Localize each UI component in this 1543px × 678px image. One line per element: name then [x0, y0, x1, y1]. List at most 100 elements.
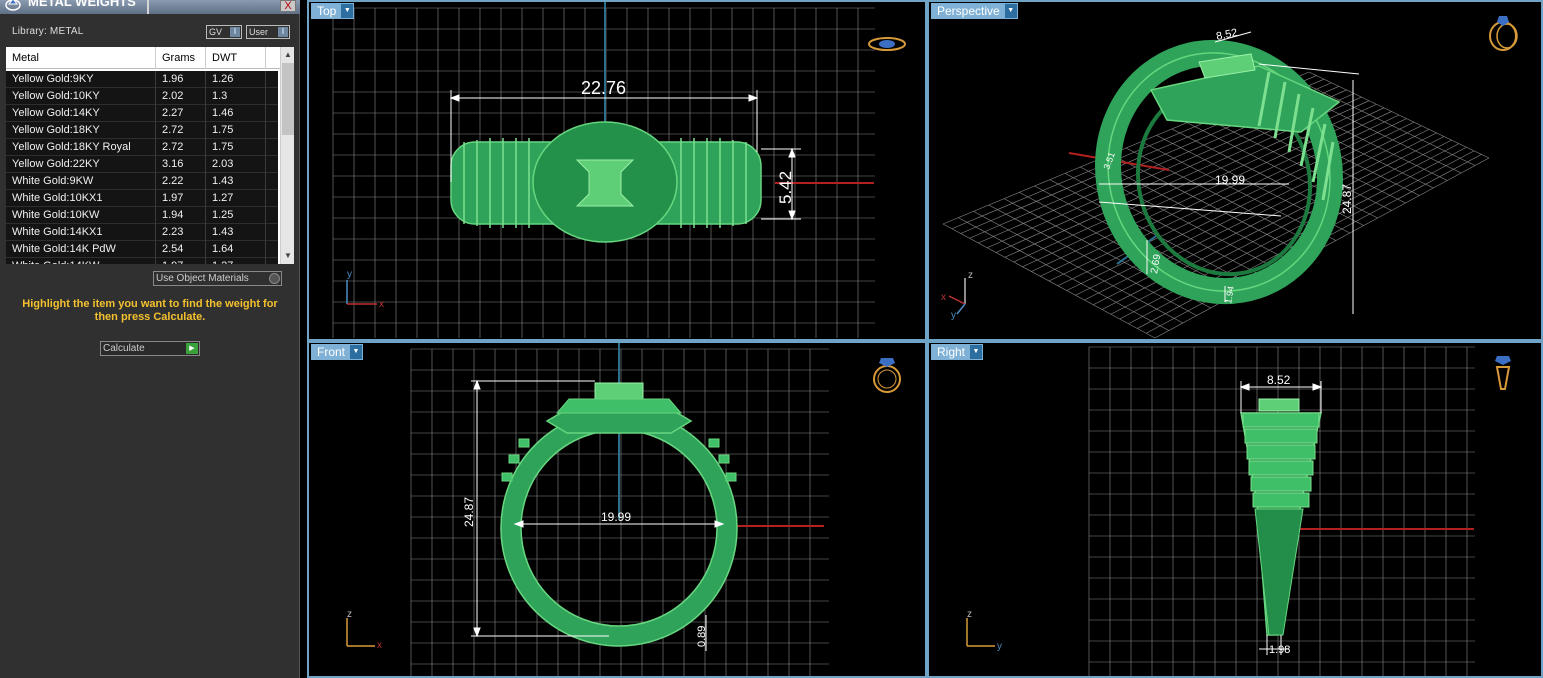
axis-gizmo: y x [346, 269, 384, 310]
table-row[interactable]: Yellow Gold:14KY 2.27 1.46 [6, 105, 278, 122]
dim-bottom-label: 0.89 [696, 626, 708, 647]
close-button[interactable]: X [280, 0, 296, 12]
viewport-right[interactable]: 8.52 1.98 z y Right ▼ [927, 341, 1543, 678]
metal-cell: White Gold:9KW [6, 173, 156, 190]
dim-inner-label: 19.99 [1215, 173, 1245, 187]
ring-side-nav-icon[interactable] [1483, 353, 1523, 393]
panel-title: METAL WEIGHTS [28, 0, 136, 9]
table-body: Yellow Gold:9KY 1.96 1.26 Yellow Gold:10KY 2… [6, 71, 278, 264]
viewport-label-front[interactable]: Front ▼ [311, 344, 364, 360]
dim-bottom-label: 1.98 [1269, 644, 1290, 656]
table-row[interactable]: Yellow Gold:22KY 3.16 2.03 [6, 156, 278, 173]
viewport-name: Top [317, 4, 337, 18]
dim-height-label: 24.87 [462, 497, 476, 527]
metal-cell: Yellow Gold:18KY Royal [6, 139, 156, 156]
axis-x-label: x [379, 299, 384, 310]
column-header-grams[interactable]: Grams [156, 47, 206, 69]
perspective-view-scene: 8.52 19.99 24.87 2.69 1.94 3.51 z x y [941, 27, 1490, 339]
dropdown-icon[interactable]: ▼ [970, 345, 983, 359]
dwt-cell: 1.43 [206, 173, 266, 190]
ring-front-nav-icon[interactable] [867, 353, 907, 393]
ring-perspective-nav-icon[interactable] [1483, 12, 1523, 52]
grams-cell: 2.27 [156, 105, 206, 122]
axis-z-label: z [347, 609, 352, 620]
gv-toggle[interactable]: GV I [206, 25, 242, 39]
play-icon: ▶ [186, 343, 198, 354]
table-row[interactable]: Yellow Gold:18KY 2.72 1.75 [6, 122, 278, 139]
axis-y-label: y [997, 641, 1002, 652]
grams-cell: 2.22 [156, 173, 206, 190]
table-row[interactable]: Yellow Gold:10KY 2.02 1.3 [6, 88, 278, 105]
dim-inner-label: 19.99 [601, 510, 631, 524]
user-toggle[interactable]: User I [246, 25, 290, 39]
viewport-label-right[interactable]: Right ▼ [931, 344, 984, 360]
instruction-text: Highlight the item you want to find the … [22, 298, 278, 323]
ring-top-shape [450, 121, 762, 243]
use-object-materials-button[interactable]: Use Object Materials [153, 271, 282, 286]
table-row[interactable]: White Gold:9KW 2.22 1.43 [6, 173, 278, 190]
right-view-scene: 8.52 1.98 z y [966, 346, 1475, 676]
table-header: Metal Grams DWT [6, 47, 282, 69]
grams-cell: 1.97 [156, 258, 206, 264]
column-header-metal[interactable]: Metal [6, 47, 156, 69]
use-object-materials-label: Use Object Materials [156, 273, 249, 284]
table-row[interactable]: White Gold:10KX1 1.97 1.27 [6, 190, 278, 207]
axis-gizmo: z y [966, 609, 1002, 652]
column-header-dwt[interactable]: DWT [206, 47, 266, 69]
user-toggle-label: User [249, 27, 269, 37]
table-row[interactable]: Yellow Gold:18KY Royal 2.72 1.75 [6, 139, 278, 156]
axis-y-label: y [347, 269, 352, 280]
metal-cell: White Gold:14KW [6, 258, 156, 264]
scroll-down-icon[interactable]: ▼ [282, 250, 294, 262]
metal-cell: Yellow Gold:10KY [6, 88, 156, 105]
metal-cell: Yellow Gold:22KY [6, 156, 156, 173]
table-row[interactable]: White Gold:14KW1.971.27 [6, 258, 278, 264]
grams-cell: 1.94 [156, 207, 206, 224]
dwt-cell: 2.03 [206, 156, 266, 173]
library-label: Library: METAL [12, 26, 84, 37]
grams-cell: 2.72 [156, 122, 206, 139]
table-row[interactable]: White Gold:14KX1 2.23 1.43 [6, 224, 278, 241]
grams-cell: 1.96 [156, 71, 206, 88]
table-row[interactable]: Yellow Gold:9KY 1.96 1.26 [6, 71, 278, 88]
dim-top-label: 8.52 [1267, 373, 1291, 387]
ring-side-shape [1240, 398, 1322, 636]
app-logo-icon [5, 0, 21, 11]
dropdown-icon[interactable]: ▼ [1004, 4, 1017, 18]
calculate-button[interactable]: Calculate ▶ [100, 341, 200, 356]
viewport-name: Front [317, 345, 346, 359]
metal-cell: White Gold:14K PdW [6, 241, 156, 258]
table-scrollbar[interactable]: ▲ ▼ [280, 47, 294, 264]
dwt-cell: 1.75 [206, 122, 266, 139]
toggle-knob-icon: I [230, 27, 240, 37]
viewport-label-top[interactable]: Top ▼ [311, 3, 355, 19]
viewport-top[interactable]: 22.76 5.42 y x Top ▼ [307, 0, 927, 341]
dwt-cell: 1.27 [206, 190, 266, 207]
grams-cell: 2.23 [156, 224, 206, 241]
dwt-cell: 1.25 [206, 207, 266, 224]
viewport-label-perspective[interactable]: Perspective ▼ [931, 3, 1018, 19]
grams-cell: 3.16 [156, 156, 206, 173]
dropdown-icon[interactable]: ▼ [350, 345, 363, 359]
dwt-cell: 1.3 [206, 88, 266, 105]
dim-height-label: 24.87 [1340, 184, 1354, 214]
dropdown-icon[interactable]: ▼ [341, 4, 354, 18]
dim-height-label: 5.42 [776, 171, 795, 204]
metal-cell: White Gold:10KX1 [6, 190, 156, 207]
panel-title-bar: METAL WEIGHTS X [0, 0, 300, 14]
scroll-thumb[interactable] [282, 63, 294, 135]
scroll-up-icon[interactable]: ▲ [282, 49, 294, 61]
metal-cell: Yellow Gold:18KY [6, 122, 156, 139]
table-row[interactable]: White Gold:14K PdW 2.54 1.64 [6, 241, 278, 258]
viewport-perspective[interactable]: 8.52 19.99 24.87 2.69 1.94 3.51 z x y Pe… [927, 0, 1543, 341]
table-row[interactable]: White Gold:10KW 1.94 1.25 [6, 207, 278, 224]
viewport-front[interactable]: 24.87 19.99 0.89 z x Front ▼ [307, 341, 927, 678]
radio-icon [269, 273, 280, 284]
dwt-cell: 1.27 [206, 258, 266, 264]
metal-cell: White Gold:10KW [6, 207, 156, 224]
axis-x-label: x [941, 292, 946, 303]
ring-top-nav-icon[interactable] [867, 28, 907, 68]
dwt-cell: 1.26 [206, 71, 266, 88]
title-separator [147, 0, 149, 14]
axis-z-label: z [967, 609, 972, 620]
